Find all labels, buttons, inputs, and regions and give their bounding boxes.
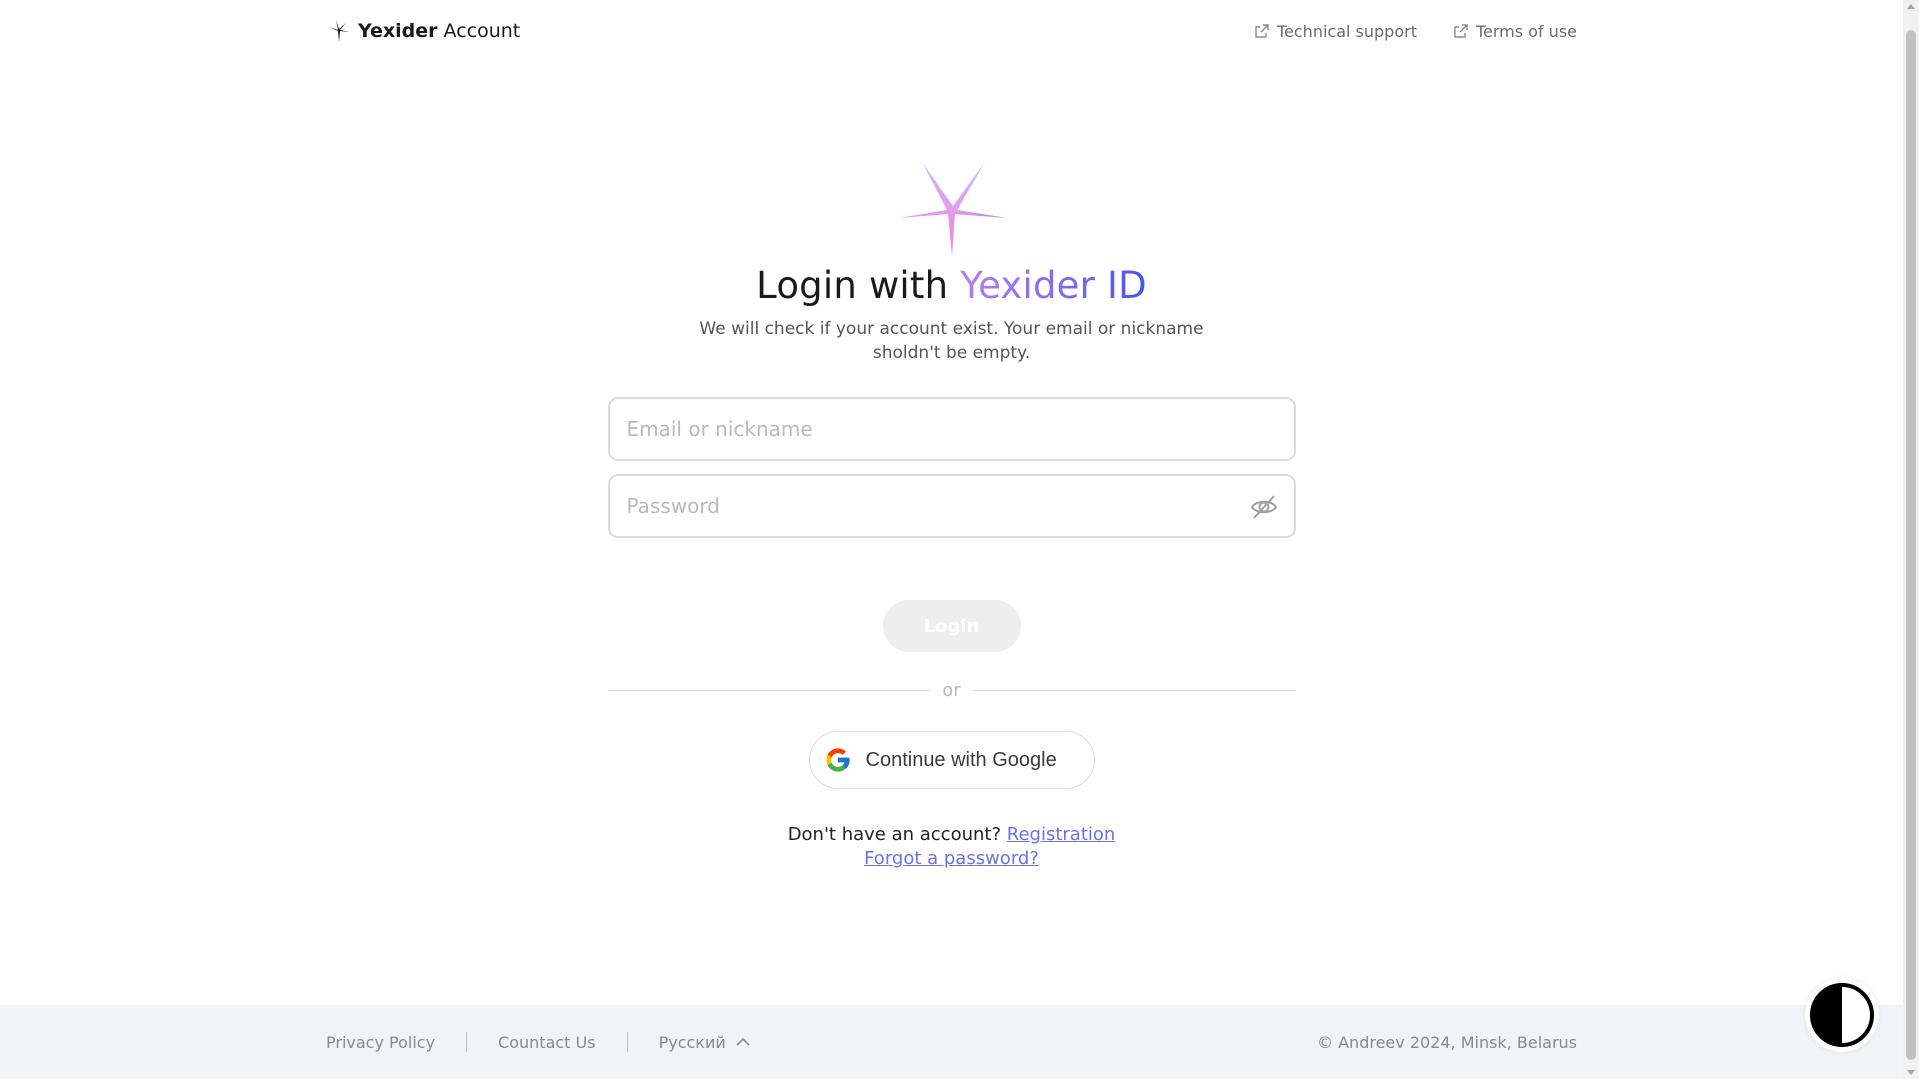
fields [607, 397, 1296, 538]
language-label: Русский [658, 1032, 726, 1052]
technical-support-label: Technical support [1276, 21, 1417, 41]
footer-divider [626, 1032, 628, 1052]
theme-toggle-button[interactable] [1805, 978, 1879, 1052]
yexider-logo-icon [329, 20, 350, 42]
footer: Privacy Policy Countact Us Русский © And… [0, 1005, 1903, 1079]
email-input[interactable] [609, 399, 1294, 459]
external-link-icon [1255, 24, 1269, 38]
eye-slash-icon[interactable] [1250, 494, 1278, 520]
continue-with-google-button[interactable]: Continue with Google [808, 731, 1095, 789]
privacy-policy-link[interactable]: Privacy Policy [326, 1033, 435, 1052]
auth-links: Don't have an account? Registration Forg… [788, 823, 1116, 871]
terms-of-use-label: Terms of use [1475, 21, 1577, 41]
or-divider: or [607, 680, 1296, 701]
footer-divider [466, 1032, 468, 1052]
forgot-password-link[interactable]: Forgot a password? [864, 848, 1039, 869]
yexider-star-logo-icon [898, 162, 1007, 256]
login-button[interactable]: Login [882, 600, 1021, 652]
header: Yexider Account Technical support Terms … [326, 12, 1577, 50]
divider-line [972, 690, 1296, 691]
title-accent: Yexider ID [960, 264, 1147, 307]
contact-us-link[interactable]: Countact Us [498, 1033, 596, 1052]
brand-name: Yexider [358, 20, 438, 42]
footer-links: Privacy Policy Countact Us Русский [326, 1032, 750, 1052]
page-title: Login with Yexider ID [756, 264, 1147, 307]
brand-suffix: Account [443, 20, 521, 42]
brand[interactable]: Yexider Account [326, 18, 520, 44]
external-link-icon [1454, 24, 1468, 38]
technical-support-link[interactable]: Technical support [1254, 22, 1417, 41]
terms-of-use-link[interactable]: Terms of use [1453, 22, 1577, 41]
divider-text: or [942, 680, 961, 701]
title-prefix: Login with [756, 264, 949, 307]
registration-link[interactable]: Registration [1007, 824, 1116, 845]
vertical-scrollbar[interactable] [1903, 0, 1919, 1079]
google-icon [825, 748, 850, 772]
subtitle: We will check if your account exist. You… [699, 319, 1204, 363]
no-account-text: Don't have an account? [787, 824, 1002, 845]
google-button-label: Continue with Google [865, 748, 1057, 771]
login-form: Login with Yexider ID We will check if y… [0, 160, 1903, 871]
password-field-container [607, 474, 1296, 538]
footer-inner: Privacy Policy Countact Us Русский © And… [326, 1005, 1577, 1079]
registration-row: Don't have an account? Registration [788, 823, 1116, 847]
header-links: Technical support Terms of use [1254, 22, 1577, 41]
chevron-up-icon [736, 1037, 750, 1046]
divider-line [607, 690, 931, 691]
page: Yexider Account Technical support Terms … [0, 0, 1903, 1079]
forgot-row: Forgot a password? [788, 847, 1116, 871]
copyright: © Andreev 2024, Minsk, Belarus [1317, 1032, 1577, 1052]
scroll-thumb[interactable] [1906, 30, 1916, 1060]
scroll-up-icon[interactable] [1907, 4, 1915, 9]
contrast-icon [1810, 983, 1874, 1047]
email-field-container [607, 397, 1296, 461]
language-selector[interactable]: Русский [659, 1033, 750, 1052]
scroll-down-icon[interactable] [1907, 1070, 1915, 1075]
password-input[interactable] [609, 476, 1294, 536]
